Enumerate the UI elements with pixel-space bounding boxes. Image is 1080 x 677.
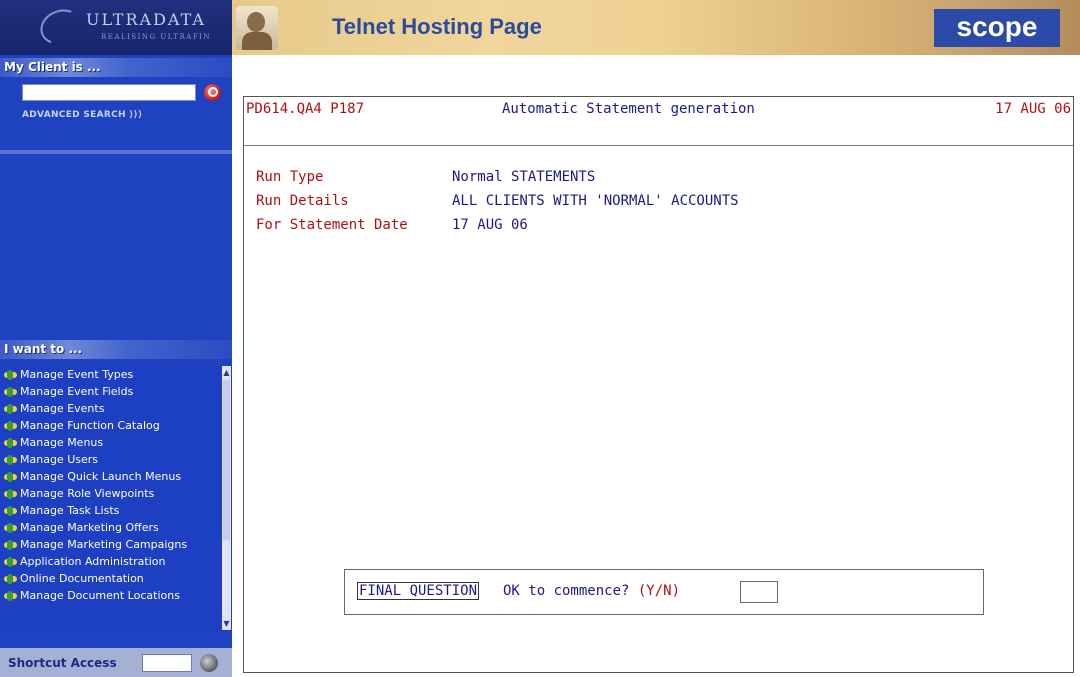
menu-item[interactable]: Manage Event Types xyxy=(4,368,220,382)
shortcut-label: Shortcut Access xyxy=(8,656,117,670)
menu-item-icon xyxy=(4,523,18,534)
divider xyxy=(0,150,232,154)
menu-item[interactable]: Application Administration xyxy=(4,555,220,569)
page-title: Telnet Hosting Page xyxy=(332,14,542,39)
menu-item-icon xyxy=(4,540,18,551)
menu-item-icon xyxy=(4,574,18,585)
run-type-row: Run Type Normal STATEMENTS xyxy=(256,169,595,185)
ultradata-logo: ULTRADATA REALISING ULTRAFIN xyxy=(0,0,232,55)
program-id: PD614.QA4 P187 xyxy=(246,101,365,117)
menu-item-label: Manage Marketing Campaigns xyxy=(20,538,188,551)
menu-item-icon xyxy=(4,438,18,449)
menu-item[interactable]: Manage Quick Launch Menus xyxy=(4,470,220,484)
page-header: Telnet Hosting Page scope xyxy=(232,0,1080,55)
run-details-row: Run Details ALL CLIENTS WITH 'NORMAL' ACC… xyxy=(256,193,739,209)
client-search-input[interactable] xyxy=(22,84,196,101)
i-want-to-heading-text: I want to ... xyxy=(4,342,83,356)
final-question-box: FINAL QUESTION OK to commence? (Y/N) xyxy=(344,569,984,615)
brand-name: ULTRADATA xyxy=(86,10,206,29)
arrow-down-icon[interactable]: ▼ xyxy=(222,619,231,628)
run-details-value: ALL CLIENTS WITH 'NORMAL' ACCOUNTS xyxy=(452,193,739,209)
menu-item[interactable]: Manage Document Locations xyxy=(4,589,220,603)
menu-item-icon xyxy=(4,455,18,466)
arrow-up-icon[interactable]: ▲ xyxy=(222,368,231,377)
menu-item[interactable]: Manage Menus xyxy=(4,436,220,450)
final-question-prompt: OK to commence? (Y/N) xyxy=(503,583,680,599)
run-type-value: Normal STATEMENTS xyxy=(452,169,596,185)
menu-item[interactable]: Manage Users xyxy=(4,453,220,467)
menu-item-icon xyxy=(4,421,18,432)
menu-item[interactable]: Manage Marketing Offers xyxy=(4,521,220,535)
menu-item-label: Manage Marketing Offers xyxy=(20,521,159,534)
confirm-input[interactable] xyxy=(740,581,778,603)
menu-item-icon xyxy=(4,591,18,602)
menu-item-label: Manage Quick Launch Menus xyxy=(20,470,182,483)
my-client-heading: My Client is ... xyxy=(0,58,232,77)
menu-item-label: Manage Function Catalog xyxy=(20,419,160,432)
menu-item[interactable]: Online Documentation xyxy=(4,572,220,586)
statement-date-value: 17 AUG 06 xyxy=(452,217,528,233)
menu-item-label: Manage Event Types xyxy=(20,368,134,381)
go-icon[interactable] xyxy=(200,654,218,672)
screen-date: 17 AUG 06 xyxy=(995,101,1071,117)
task-menu-list: Manage Event Types Manage Event Fields Man… xyxy=(4,368,220,606)
menu-item-label: Manage Menus xyxy=(20,436,104,449)
divider xyxy=(244,145,1073,146)
run-type-label: Run Type xyxy=(256,169,324,185)
menu-item[interactable]: Manage Event Fields xyxy=(4,385,220,399)
menu-scrollbar[interactable]: ▲ ▼ xyxy=(222,366,231,630)
statement-date-row: For Statement Date 17 AUG 06 xyxy=(256,217,528,233)
advanced-search-link[interactable]: ADVANCED SEARCH ⟩⟩⟩ xyxy=(22,110,142,120)
shortcut-input[interactable] xyxy=(142,654,192,672)
menu-item-label: Manage Role Viewpoints xyxy=(20,487,155,500)
menu-item[interactable]: Manage Marketing Campaigns xyxy=(4,538,220,552)
menu-item-icon xyxy=(4,472,18,483)
scrollbar-thumb[interactable] xyxy=(223,380,230,540)
my-client-heading-text: My Client is ... xyxy=(4,60,101,74)
menu-item[interactable]: Manage Function Catalog xyxy=(4,419,220,433)
task-menu: Manage Event Types Manage Event Fields Man… xyxy=(0,366,232,632)
menu-item-label: Manage Events xyxy=(20,402,105,415)
menu-item-icon xyxy=(4,404,18,415)
logo-swoosh-icon xyxy=(35,3,87,51)
left-panel: ULTRADATA REALISING ULTRAFIN My Client i… xyxy=(0,0,232,677)
menu-item-label: Online Documentation xyxy=(20,572,144,585)
shortcut-bar: Shortcut Access xyxy=(0,648,232,677)
menu-item-label: Manage Task Lists xyxy=(20,504,120,517)
menu-item[interactable]: Manage Events xyxy=(4,402,220,416)
i-want-to-heading: I want to ... xyxy=(0,340,232,359)
search-icon[interactable] xyxy=(204,84,221,101)
telnet-terminal[interactable]: PD614.QA4 P187 Automatic Statement gener… xyxy=(243,96,1074,673)
screen-title: Automatic Statement generation xyxy=(502,101,755,117)
menu-item[interactable]: Manage Role Viewpoints xyxy=(4,487,220,501)
menu-item-icon xyxy=(4,506,18,517)
brand-tagline: REALISING ULTRAFIN xyxy=(101,33,212,41)
menu-item-icon xyxy=(4,557,18,568)
menu-item[interactable]: Manage Task Lists xyxy=(4,504,220,518)
run-details-label: Run Details xyxy=(256,193,349,209)
scope-logo: scope xyxy=(934,9,1060,47)
yes-no-hint: (Y/N) xyxy=(637,583,681,599)
menu-item-label: Manage Document Locations xyxy=(20,589,180,602)
final-question-label: FINAL QUESTION xyxy=(357,582,480,600)
menu-item-icon xyxy=(4,370,18,381)
user-photo xyxy=(236,6,278,50)
menu-item-label: Application Administration xyxy=(20,555,166,568)
statement-date-label: For Statement Date xyxy=(256,217,408,233)
final-question-text: OK to commence? xyxy=(503,583,630,599)
menu-item-label: Manage Users xyxy=(20,453,98,466)
menu-item-label: Manage Event Fields xyxy=(20,385,134,398)
menu-item-icon xyxy=(4,387,18,398)
menu-item-icon xyxy=(4,489,18,500)
